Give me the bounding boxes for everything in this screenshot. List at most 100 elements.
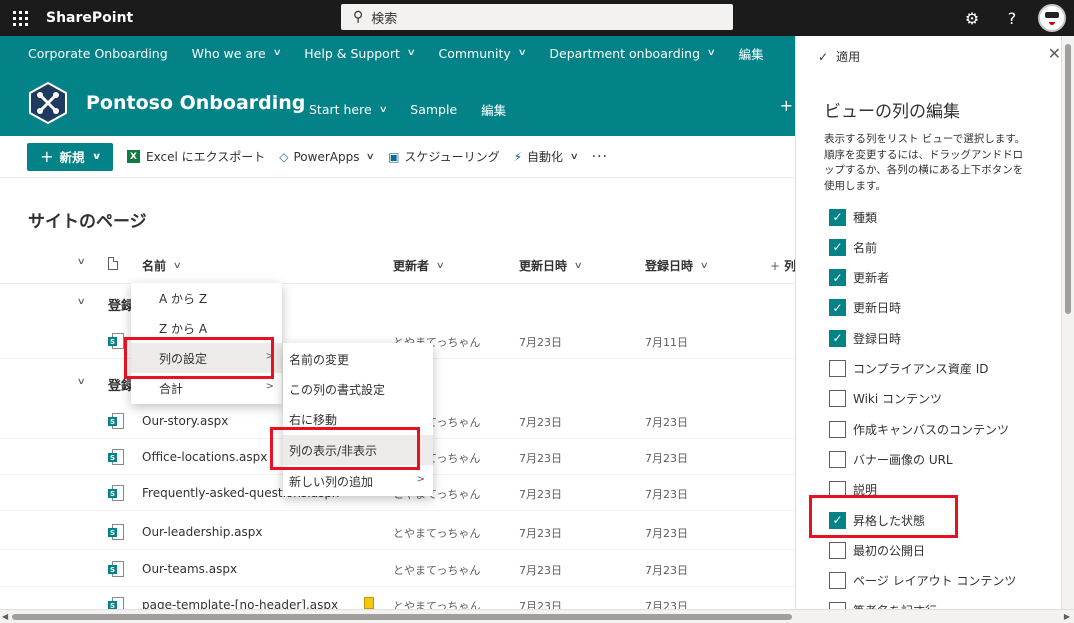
flow-icon: ⚡ (513, 149, 523, 164)
group-header[interactable]: ∨ 登録 (0, 287, 795, 319)
checkbox[interactable] (829, 360, 846, 377)
hub-nav-item[interactable]: Help & Support ∨ (304, 46, 416, 61)
checkmark-icon: ✓ (818, 49, 829, 64)
scroll-thumb[interactable] (12, 614, 792, 620)
site-nav-item[interactable]: 編集 (481, 100, 506, 119)
highlight-box-column-settings (124, 337, 274, 379)
site-title[interactable]: Pontoso Onboarding (86, 92, 305, 114)
submenu-item[interactable]: 新しい列の追加 > (283, 466, 433, 496)
column-checkbox-row[interactable]: ✓ 登録日時 (829, 327, 901, 349)
site-nav-item[interactable]: Sample (410, 100, 457, 119)
table-row[interactable]: S Our-teams.aspx とやまてっちゃん 7月23日 7月23日 (0, 550, 795, 587)
column-checkbox-row[interactable]: ✓ 名前 (829, 236, 877, 258)
more-options-icon[interactable]: ··· (592, 149, 608, 165)
modified-cell: 7月23日 (519, 416, 562, 429)
hub-nav-item[interactable]: 編集 (739, 44, 764, 63)
search-box[interactable]: ⚲ 検索 (341, 4, 733, 30)
created-cell: 7月23日 (645, 488, 688, 501)
chevron-down-icon: ∨ (517, 48, 527, 58)
hub-nav-item[interactable]: Community ∨ (438, 46, 527, 61)
table-row[interactable]: S Our-leadership.aspx とやまてっちゃん 7月23日 7月23日 (0, 513, 795, 550)
chevron-down-icon[interactable]: ∨ (77, 297, 86, 307)
scroll-right-icon[interactable]: ▶ (1064, 612, 1070, 621)
schedule-button[interactable]: ▣ スケジューリング (388, 148, 500, 165)
column-checkbox-row[interactable]: 最初の公開日 (829, 539, 925, 561)
add-column-button[interactable]: + 列 (770, 257, 796, 274)
scroll-thumb[interactable] (1065, 44, 1071, 314)
column-checkbox-row[interactable]: ✓ 更新者 (829, 267, 889, 289)
checkbox[interactable]: ✓ (829, 208, 846, 226)
created-cell: 7月23日 (645, 452, 688, 465)
sitepage-file-icon: S (108, 485, 124, 501)
column-header-created[interactable]: 登録日時 ∨ (645, 257, 709, 274)
column-checkbox-row[interactable]: 作成キャンバスのコンテンツ (829, 418, 1009, 440)
submenu-item[interactable]: 名前の変更 (283, 344, 433, 374)
hub-nav-item[interactable]: Who we are ∨ (192, 46, 282, 61)
submenu-item[interactable]: この列の書式設定 (283, 374, 433, 404)
vertical-scrollbar[interactable] (1061, 36, 1074, 609)
modified-cell: 7月23日 (519, 488, 562, 501)
menu-item[interactable]: A から Z (131, 283, 282, 313)
apply-button[interactable]: ✓ 適用 (818, 48, 860, 65)
checkbox[interactable] (829, 420, 846, 438)
modified-cell: 7月23日 (519, 452, 562, 465)
highlight-box-show-hide (270, 427, 420, 470)
checkbox[interactable] (829, 572, 846, 590)
created-cell: 7月23日 (645, 564, 688, 577)
hub-nav-item[interactable]: Corporate Onboarding (28, 46, 168, 61)
scroll-left-icon[interactable]: ◀ (2, 612, 8, 621)
automate-button[interactable]: ⚡ 自動化 ∨ (513, 148, 579, 165)
checkbox[interactable]: ✓ (829, 238, 846, 256)
checkbox[interactable] (829, 450, 846, 468)
column-header-modified[interactable]: 更新日時 ∨ (519, 257, 583, 274)
panel-description: 表示する列をリスト ビューで選択します。順序を変更するには、ドラッグアンドドロッ… (824, 133, 1026, 192)
hub-nav-item[interactable]: Department onboarding ∨ (549, 46, 716, 61)
close-icon[interactable]: ✕ (1048, 44, 1061, 63)
help-icon[interactable]: ? (992, 9, 1032, 28)
checkbox[interactable] (829, 390, 846, 408)
site-logo-icon[interactable] (28, 82, 68, 124)
file-type-icon[interactable] (108, 257, 118, 270)
checkbox[interactable] (829, 602, 846, 609)
settings-gear-icon[interactable]: ⚙ (952, 9, 992, 28)
checkbox[interactable]: ✓ (829, 299, 846, 317)
page-title: サイトのページ (28, 212, 147, 232)
column-checkbox-row[interactable]: ページ レイアウト コンテンツ (829, 570, 1016, 592)
chevron-down-icon: ∨ (272, 48, 282, 58)
powerapps-button[interactable]: ◇ PowerApps ∨ (279, 150, 376, 164)
plus-icon[interactable]: + (780, 96, 793, 115)
created-cell: 7月23日 (645, 416, 688, 429)
collapse-all-icon[interactable]: ∨ (77, 257, 86, 267)
checkbox[interactable] (829, 541, 846, 559)
chevron-down-icon: ∨ (406, 48, 416, 58)
column-header-name[interactable]: 名前 ∨ (142, 257, 182, 274)
command-bar: + 新規 ∨ X Excel にエクスポート ◇ PowerApps ∨ ▣ ス… (0, 136, 795, 178)
column-checkbox-row[interactable]: バナー画像の URL (829, 448, 953, 470)
column-checkbox-row[interactable]: 筆者名を記す行 (829, 600, 937, 609)
horizontal-scrollbar[interactable]: ◀ ▶ (0, 609, 1074, 623)
file-name-link[interactable]: Our-teams.aspx (142, 562, 237, 576)
column-checkbox-row[interactable]: ✓ 種類 (829, 206, 877, 228)
column-header-modified-by[interactable]: 更新者 ∨ (393, 257, 445, 274)
checked-out-icon (364, 597, 374, 609)
chevron-down-icon: ∨ (699, 260, 709, 271)
user-avatar[interactable] (1038, 4, 1066, 32)
app-name[interactable]: SharePoint (46, 10, 133, 26)
chevron-down-icon: ∨ (435, 260, 445, 271)
chevron-down-icon: ∨ (172, 260, 182, 271)
file-name-link[interactable]: Office-locations.aspx (142, 450, 267, 464)
column-checkbox-row[interactable]: ✓ 更新日時 (829, 297, 901, 319)
checkbox[interactable]: ✓ (829, 329, 846, 347)
site-nav-item[interactable]: Start here ∨ (309, 100, 388, 119)
chevron-down-icon[interactable]: ∨ (77, 377, 86, 387)
chevron-down-icon: ∨ (366, 151, 376, 162)
file-name-link[interactable]: Our-story.aspx (142, 414, 228, 428)
new-button[interactable]: + 新規 ∨ (27, 142, 113, 171)
export-excel-button[interactable]: X Excel にエクスポート (127, 148, 265, 165)
chevron-down-icon: ∨ (706, 48, 716, 58)
column-checkbox-row[interactable]: Wiki コンテンツ (829, 388, 942, 410)
column-checkbox-row[interactable]: コンプライアンス資産 ID (829, 358, 989, 380)
file-name-link[interactable]: Our-leadership.aspx (142, 525, 263, 539)
checkbox[interactable]: ✓ (829, 269, 846, 287)
app-launcher-icon[interactable] (0, 0, 40, 36)
